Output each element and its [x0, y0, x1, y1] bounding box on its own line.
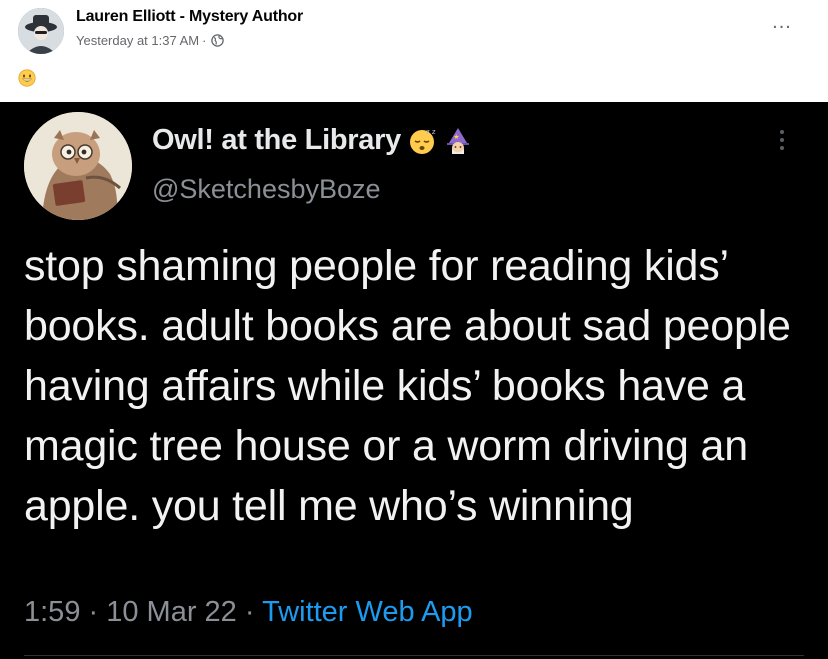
facebook-post-header: Lauren Elliott - Mystery Author Yesterda… — [0, 0, 828, 102]
tweet-display-name[interactable]: Owl! at the Library — [152, 124, 401, 157]
author-avatar[interactable] — [18, 8, 64, 54]
author-name[interactable]: Lauren Elliott - Mystery Author — [76, 8, 303, 26]
tweet-name-row: Owl! at the Library z z — [152, 124, 473, 157]
sleeping-face-emoji: z z — [407, 126, 437, 156]
tweet-meta: 1:59 · 10 Mar 22 · Twitter Web App — [24, 596, 473, 629]
meta-separator: · — [202, 33, 207, 48]
tweet-avatar — [24, 112, 132, 220]
tweet-source-link[interactable]: Twitter Web App — [262, 596, 473, 628]
meta-dot: · — [80, 596, 107, 628]
post-meta: Yesterday at 1:37 AM · — [76, 33, 225, 48]
tweet-divider — [24, 655, 804, 656]
mage-emoji — [443, 126, 473, 156]
more-horizontal-icon[interactable]: ... — [768, 12, 796, 38]
tweet-text: stop shaming people for reading kids’ bo… — [24, 242, 791, 530]
more-vertical-icon[interactable] — [772, 126, 792, 166]
svg-text:z z: z z — [426, 128, 436, 136]
tweet-handle[interactable]: @SketchesbyBoze — [152, 174, 381, 205]
meta-dot: · — [236, 596, 263, 628]
post-timestamp[interactable]: Yesterday at 1:37 AM — [76, 33, 199, 48]
tweet-time[interactable]: 1:59 — [24, 596, 80, 628]
tweet-screenshot-image[interactable]: Owl! at the Library z z @SketchesbyBoze — [0, 102, 828, 659]
tweet-date[interactable]: 10 Mar 22 — [106, 596, 237, 628]
grinning-face-emoji — [18, 69, 36, 87]
globe-icon[interactable] — [211, 34, 225, 47]
